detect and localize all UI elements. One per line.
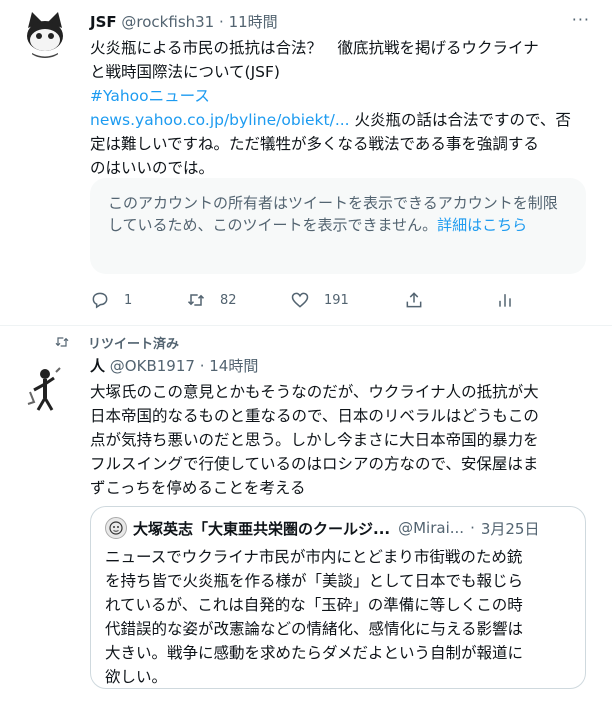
display-name[interactable]: JSF <box>90 13 117 31</box>
retweeted-indicator: リツイート済み <box>54 332 179 352</box>
quoted-handle[interactable]: @Mirai... <box>398 519 464 537</box>
tweet-jsf[interactable]: JSF @rockfish31 · 11時間 ··· 火炎瓶による市民の抵抗は合… <box>0 0 612 326</box>
tweet-text: 火炎瓶による市民の抵抗は合法？ 徹底抗戦を掲げるウクライナ と戦時国際法について… <box>90 36 584 180</box>
quoted-text-line: ニュースでウクライナ市民が市内にとどまり市街戦のため銃 <box>105 548 523 566</box>
display-name[interactable]: 人 <box>90 357 105 375</box>
hashtag-link[interactable]: #Yahooニュース <box>90 84 584 108</box>
quoted-text-line: れているが、これは自発的な「玉砕」の準備に等しくこの時 <box>105 596 523 614</box>
retweet-icon <box>55 337 69 347</box>
quoted-date[interactable]: 3月25日 <box>481 518 540 539</box>
retweet-icon <box>187 294 205 306</box>
retweet-button[interactable]: 82 <box>186 289 237 311</box>
retweet-count: 82 <box>220 292 237 308</box>
tweet-text-line: 火炎瓶の話は合法ですので、否 <box>349 111 571 129</box>
timestamp[interactable]: 11時間 <box>229 13 278 31</box>
reply-icon <box>92 292 108 309</box>
quoted-tweet-header: 大塚英志「大東亜共栄圏のクールジ... @Mirai... · 3月25日 <box>105 517 539 539</box>
handle[interactable]: @OKB1917 <box>110 357 195 375</box>
like-count: 191 <box>324 292 349 308</box>
reply-button[interactable]: 1 <box>90 289 132 311</box>
cat-mascot-avatar-image <box>20 8 70 58</box>
tweet-text-line: と戦時国際法について(JSF) <box>90 63 280 81</box>
reply-count: 1 <box>124 292 133 308</box>
tweet-text-line: 定は難しいですね。ただ犠牲が多くなる戦法である事を強調する <box>90 135 539 153</box>
timestamp[interactable]: 14時間 <box>209 357 258 375</box>
tweet-text-line: フルスイングで行使しているのはロシアの方なので、安保屋はま <box>90 455 539 473</box>
tweet-text-line: ずこっちを停めることを考える <box>90 479 306 497</box>
unavailable-tweet-notice: このアカウントの所有者はツイートを表示できるアカウントを制限しているため、このツ… <box>90 178 586 274</box>
tweet-text-line: 大塚氏のこの意見とかもそうなのだが、ウクライナ人の抵抗が大 <box>90 383 539 401</box>
heart-icon <box>291 292 309 308</box>
quoted-text-line: 大きい。戦争に感動を求めたらダメだよという自制が報道に <box>105 644 524 662</box>
avatar-jsf[interactable] <box>20 8 70 58</box>
avatar-okb1917[interactable] <box>20 362 70 412</box>
tweet-text-line: のはいいのでは。 <box>90 159 215 177</box>
quoted-tweet[interactable]: 大塚英志「大東亜共栄圏のクールジ... @Mirai... · 3月25日 ニュ… <box>90 506 586 689</box>
separator: · <box>470 519 475 537</box>
share-button[interactable] <box>404 289 424 311</box>
handle[interactable]: @rockfish31 <box>121 13 214 31</box>
more-options-icon[interactable]: ··· <box>572 10 590 29</box>
figure-illustration-avatar-image <box>20 362 70 412</box>
quoted-tweet-text: ニュースでウクライナ市民が市内にとどまり市街戦のため銃 を持ち皆で火炎瓶を作る様… <box>105 545 575 689</box>
quoted-avatar <box>105 517 127 539</box>
learn-more-link[interactable]: 詳細はこちら <box>437 216 527 234</box>
like-button[interactable]: 191 <box>290 289 349 311</box>
separator: · <box>199 357 205 375</box>
analytics-icon <box>499 294 511 307</box>
quoted-display-name[interactable]: 大塚英志「大東亜共栄圏のクールジ... <box>133 518 390 539</box>
quoted-text-line: 欲しい。 <box>105 668 168 686</box>
tweet-header: JSF @rockfish31 · 11時間 <box>90 12 278 32</box>
tweet-actions: 1 82 191 <box>90 289 530 311</box>
face-illustration-icon <box>109 521 123 535</box>
quoted-text-line: を持ち皆で火炎瓶を作る様が「美談」として日本でも報じら <box>105 572 524 590</box>
quoted-text-line: 代錯誤的な姿が改憲論などの情緒化、感情化に与える影響は <box>105 620 524 638</box>
tweet-header: 人 @OKB1917 · 14時間 <box>90 356 258 376</box>
tweet-text-line: 日本帝国的なるものと重なるので、日本のリベラルはどうもこの <box>90 407 539 425</box>
tweet-text-line: 点が気持ち悪いのだと思う。しかし今まさに大日本帝国的暴力を <box>90 431 539 449</box>
share-icon <box>406 292 422 308</box>
retweeted-label: リツイート済み <box>88 336 180 352</box>
analytics-button[interactable] <box>495 289 515 311</box>
tweet-text-line: 火炎瓶による市民の抵抗は合法？ 徹底抗戦を掲げるウクライナ <box>90 39 539 57</box>
separator: · <box>219 13 224 31</box>
tweet-text: 大塚氏のこの意見とかもそうなのだが、ウクライナ人の抵抗が大 日本帝国的なるものと… <box>90 380 584 500</box>
url-link[interactable]: news.yahoo.co.jp/byline/obiekt/... <box>90 111 350 129</box>
